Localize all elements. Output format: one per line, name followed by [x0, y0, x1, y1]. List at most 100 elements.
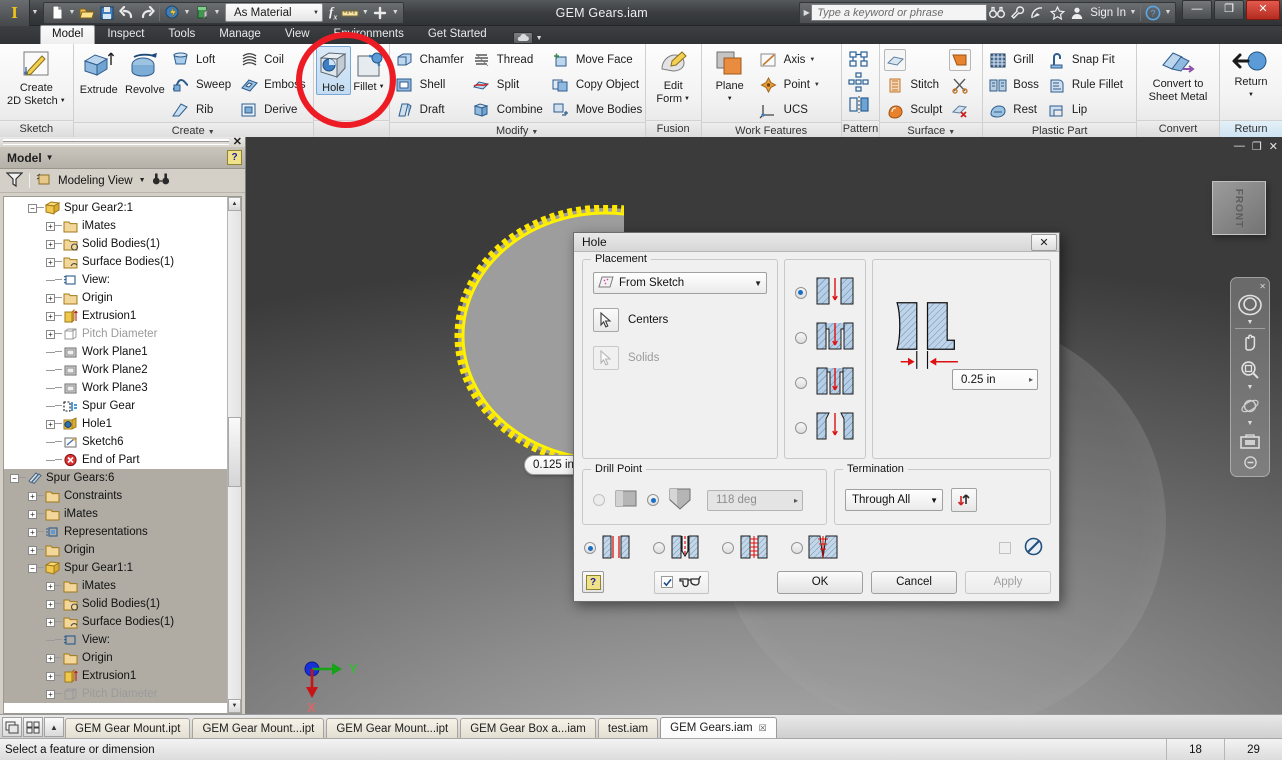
cloud-icon[interactable]	[512, 32, 533, 44]
chamfer-button[interactable]: Chamfer	[392, 48, 469, 72]
tree-item-spur-gears-6[interactable]: − Spur Gears:6	[4, 469, 241, 487]
doc-tab-0[interactable]: GEM Gear Mount.ipt	[65, 718, 191, 738]
search-input[interactable]: Type a keyword or phrase	[811, 4, 988, 21]
derive-button[interactable]: Derive	[236, 98, 311, 122]
satellite-icon[interactable]	[1027, 3, 1047, 23]
loft-button[interactable]: Loft	[168, 48, 236, 72]
redo-button[interactable]	[137, 3, 157, 23]
drill-point-angle-spinner-icon[interactable]: ▸	[794, 496, 798, 505]
tree-scroll-thumb[interactable]	[228, 417, 241, 487]
tree-item-origin[interactable]: + Origin	[4, 289, 241, 307]
navigation-bar-options-icon[interactable]	[1243, 456, 1257, 472]
tree-expander[interactable]: +	[46, 419, 55, 429]
tree-item-spur-gear2-1[interactable]: − Spur Gear2:1	[4, 199, 241, 217]
tree-item-solid-bodies-1[interactable]: + Solid Bodies(1)	[4, 595, 241, 613]
tree-expander[interactable]: +	[46, 653, 55, 663]
navigation-wheel-caret-icon[interactable]: ▼	[1247, 319, 1254, 327]
tree-item-pitch-diameter[interactable]: + Pitch Diameter	[4, 325, 241, 343]
zoom-caret-icon[interactable]: ▼	[1247, 384, 1254, 392]
hole-type-simple[interactable]	[794, 276, 856, 309]
hole-style-clearance-radio[interactable]	[653, 542, 665, 554]
tree-expander[interactable]: −	[28, 203, 37, 213]
material-selector-caret-icon[interactable]: ▼	[313, 10, 319, 16]
tab-model[interactable]: Model	[40, 25, 96, 44]
placement-mode-caret-icon[interactable]: ▼	[754, 279, 762, 288]
hole-style-simple-radio[interactable]	[584, 542, 596, 554]
hole-type-simple-radio[interactable]	[794, 286, 807, 299]
parameters-button[interactable]: fx	[326, 4, 340, 22]
create-panel-caret-icon[interactable]: ▼	[208, 129, 215, 136]
tree-item-solid-bodies-1[interactable]: + Solid Bodies(1)	[4, 235, 241, 253]
tile-windows-button[interactable]	[23, 717, 43, 737]
drill-point-angle-field[interactable]: 118 deg ▸	[707, 489, 803, 511]
tree-expander[interactable]: +	[46, 257, 55, 267]
new-document-button[interactable]	[47, 3, 67, 23]
navigation-bar-close-icon[interactable]: ✕	[1259, 282, 1266, 291]
axis-caret-icon[interactable]: ▼	[809, 57, 815, 63]
sign-in-caret-icon[interactable]: ▼	[1128, 9, 1138, 16]
pan-button[interactable]	[1235, 330, 1265, 356]
rectangular-pattern-button[interactable]	[845, 48, 873, 70]
hole-style-simple[interactable]	[584, 535, 631, 562]
surface-panel-caret-icon[interactable]: ▼	[948, 129, 955, 136]
tab-scroll-up-button[interactable]: ▲	[44, 717, 64, 737]
undo-button[interactable]	[117, 3, 137, 23]
solids-selector-row[interactable]: Solids	[593, 346, 767, 370]
hole-style-tapped[interactable]	[722, 535, 769, 562]
doc-tab-4[interactable]: test.iam	[597, 718, 659, 738]
snap-fit-button[interactable]: Snap Fit	[1044, 48, 1128, 72]
flat-drill-point-radio[interactable]	[593, 494, 605, 506]
hole-dialog[interactable]: Hole ✕ Placement From Sketch ▼ Centers S…	[573, 232, 1060, 602]
fillet-button[interactable]: Fillet ▼	[351, 46, 386, 93]
view-cube[interactable]: FRONT	[1212, 181, 1266, 235]
tree-item-imates[interactable]: + iMates	[4, 217, 241, 235]
draft-button[interactable]: Draft	[392, 98, 469, 122]
tree-item-work-plane1[interactable]: Work Plane1	[4, 343, 241, 361]
extend-start-checkbox[interactable]	[999, 542, 1011, 554]
copy-object-button[interactable]: Copy Object	[548, 73, 647, 97]
tree-item-work-plane3[interactable]: Work Plane3	[4, 379, 241, 397]
hole-type-spotface[interactable]	[794, 366, 856, 399]
viewport-maximize-icon[interactable]: ❐	[1252, 140, 1262, 153]
tree-expander[interactable]: +	[46, 581, 55, 591]
filter-icon[interactable]	[5, 171, 24, 190]
tree-item-sketch6[interactable]: Sketch6	[4, 433, 241, 451]
hole-dialog-close-button[interactable]: ✕	[1031, 233, 1057, 251]
hole-dialog-help-button[interactable]: ?	[582, 571, 604, 593]
emboss-button[interactable]: Emboss	[236, 73, 311, 97]
orbit-button[interactable]	[1235, 393, 1265, 419]
favorites-star-icon[interactable]	[1047, 3, 1067, 23]
look-at-button[interactable]	[1235, 429, 1265, 455]
sculpt-button[interactable]: Sculpt	[882, 98, 947, 122]
tree-item-origin[interactable]: + Origin	[4, 649, 241, 667]
doc-tab-1[interactable]: GEM Gear Mount...ipt	[192, 718, 325, 738]
viewport-close-icon[interactable]: ✕	[1269, 140, 1278, 153]
hole-type-countersink[interactable]	[794, 411, 856, 444]
trim-button[interactable]	[947, 73, 980, 97]
create-2d-sketch-caret-icon[interactable]: ▼	[60, 95, 66, 107]
tree-expander[interactable]: +	[46, 617, 55, 627]
tree-item-view[interactable]: View:	[4, 271, 241, 289]
rule-fillet-button[interactable]: Rule Fillet	[1044, 73, 1128, 97]
move-face-button[interactable]: Move Face	[548, 48, 647, 72]
inventor-logo-button[interactable]: I	[0, 0, 30, 26]
doc-tab-5[interactable]: GEM Gears.iam ☒	[660, 717, 777, 738]
centers-selector-row[interactable]: Centers	[593, 308, 767, 332]
wrench-icon[interactable]	[1007, 3, 1027, 23]
grill-button[interactable]: Grill	[985, 48, 1044, 72]
material-caret-icon[interactable]: ▼	[212, 9, 222, 16]
tree-item-surface-bodies-1[interactable]: + Surface Bodies(1)	[4, 613, 241, 631]
preview-toggle-group[interactable]	[654, 570, 709, 594]
tree-item-representations[interactable]: + Representations	[4, 523, 241, 541]
doc-tab-3[interactable]: GEM Gear Box a...iam	[460, 718, 596, 738]
move-bodies-button[interactable]: Move Bodies	[548, 98, 647, 122]
hole-diameter-spinner-icon[interactable]: ▸	[1029, 375, 1033, 384]
angle-drill-point-radio[interactable]	[647, 494, 659, 506]
tree-expander[interactable]: +	[28, 527, 37, 537]
search-help-icon[interactable]	[987, 3, 1007, 23]
sweep-button[interactable]: Sweep	[168, 73, 236, 97]
ucs-button[interactable]: UCS	[756, 98, 825, 122]
flip-direction-button[interactable]	[951, 488, 977, 512]
app-menu-caret-icon[interactable]: ▼	[30, 9, 40, 16]
browser-title-caret-icon[interactable]: ▼	[46, 153, 54, 162]
